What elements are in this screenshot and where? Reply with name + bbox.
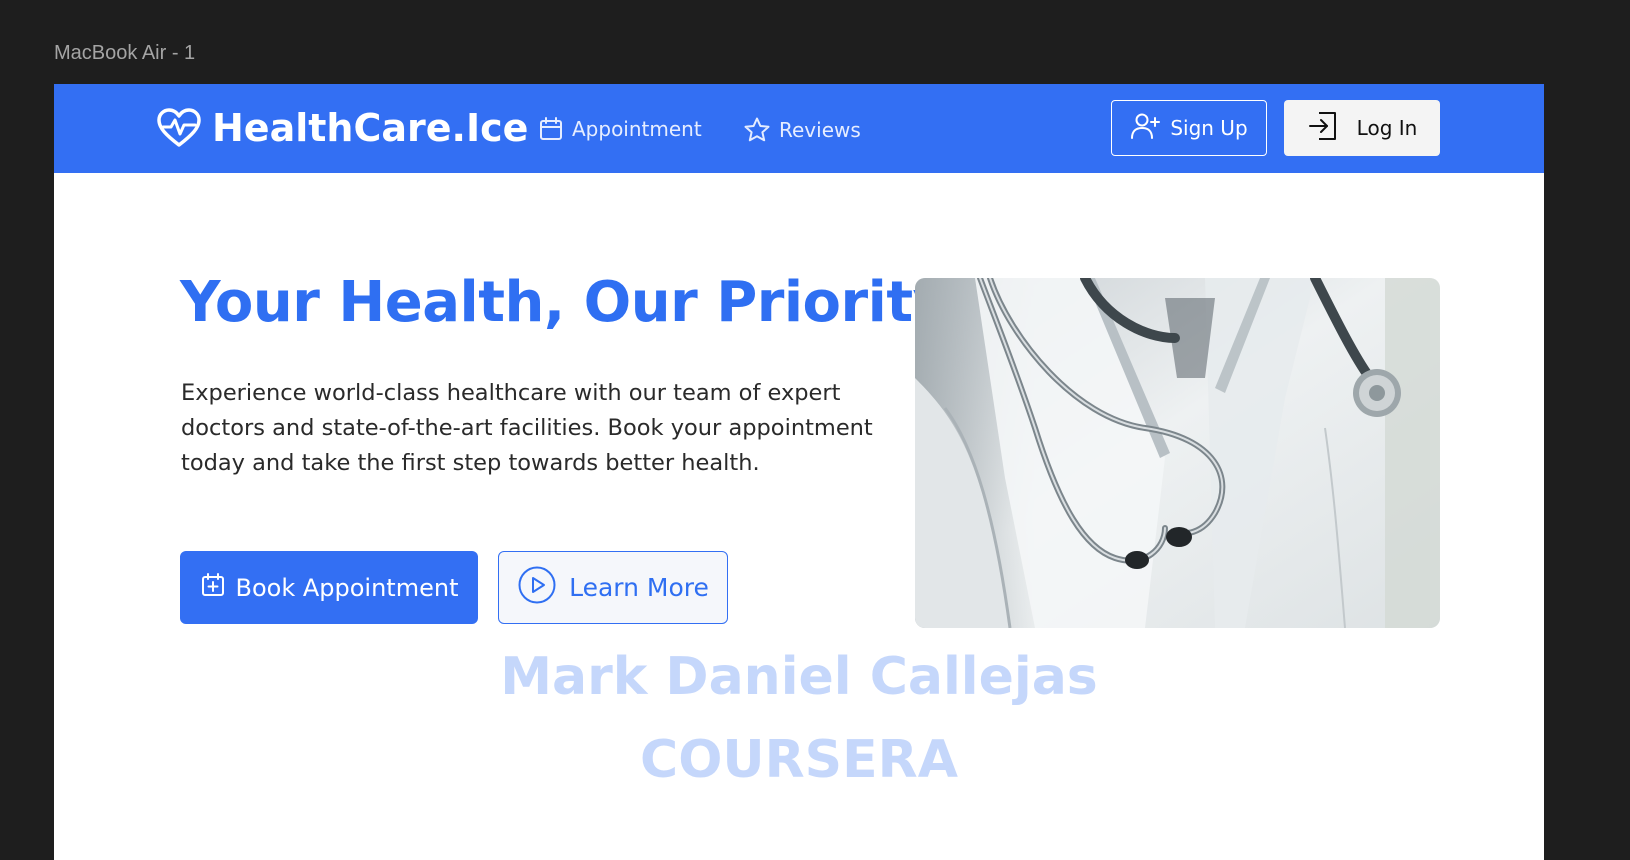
book-appointment-button[interactable]: Book Appointment xyxy=(180,551,478,624)
brand-name: HealthCare.Ice xyxy=(212,106,529,150)
nav-link-appointment-label: Appointment xyxy=(572,117,702,141)
nav-link-appointment[interactable]: Appointment xyxy=(538,116,702,142)
user-plus-icon xyxy=(1130,112,1161,145)
watermark-org: COURSERA xyxy=(640,730,958,790)
calendar-icon xyxy=(538,116,564,142)
sign-up-button[interactable]: Sign Up xyxy=(1111,100,1267,156)
frame-label: MacBook Air - 1 xyxy=(54,42,196,64)
log-in-button[interactable]: Log In xyxy=(1284,100,1440,156)
play-circle-icon xyxy=(517,565,557,611)
log-in-icon xyxy=(1307,110,1339,147)
watermark-name: Mark Daniel Callejas xyxy=(500,647,1098,707)
nav-link-reviews[interactable]: Reviews xyxy=(743,116,861,144)
hero-title: Your Health, Our Priority xyxy=(180,270,949,335)
star-icon xyxy=(743,116,771,144)
log-in-label: Log In xyxy=(1356,116,1418,140)
learn-more-button[interactable]: Learn More xyxy=(498,551,728,624)
hero-image-doctor-stethoscope xyxy=(915,278,1440,628)
nav-link-reviews-label: Reviews xyxy=(779,118,861,142)
navbar: HealthCare.Ice Appointment Reviews Sign … xyxy=(54,84,1544,173)
heart-pulse-icon xyxy=(156,108,202,148)
artboard: HealthCare.Ice Appointment Reviews Sign … xyxy=(54,84,1544,860)
calendar-plus-icon xyxy=(200,572,226,604)
brand-logo[interactable]: HealthCare.Ice xyxy=(156,108,528,148)
hero-description: Experience world-class healthcare with o… xyxy=(181,380,873,476)
book-appointment-label: Book Appointment xyxy=(235,573,459,602)
sign-up-label: Sign Up xyxy=(1170,116,1248,140)
learn-more-label: Learn More xyxy=(569,573,709,602)
